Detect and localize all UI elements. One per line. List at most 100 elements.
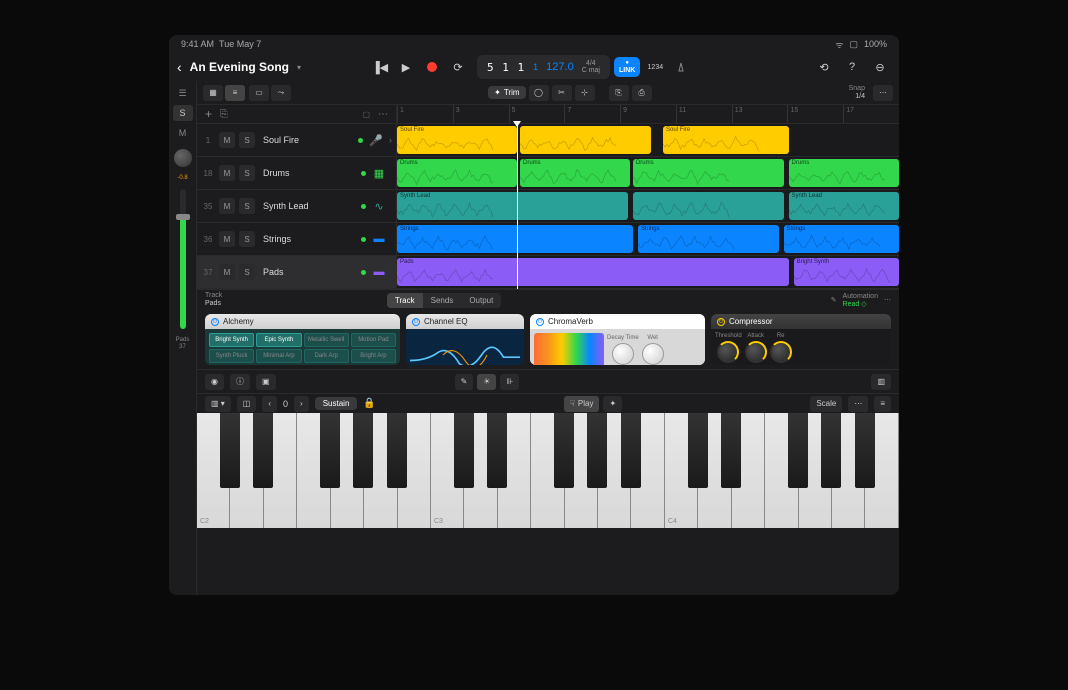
instrument-icon[interactable]: ∿ (370, 197, 388, 215)
plugin-alchemy[interactable]: ⏻Alchemy Bright SynthEpic SynthMetallic … (205, 314, 400, 365)
region[interactable]: Strings (784, 225, 899, 253)
region[interactable]: Drums (520, 159, 630, 187)
region[interactable]: Soul Fire (397, 126, 517, 154)
black-key[interactable] (487, 413, 507, 488)
mute-button[interactable]: M (219, 165, 235, 181)
black-key[interactable] (587, 413, 607, 488)
glissando-button[interactable]: ≡ (874, 396, 891, 412)
region[interactable] (633, 192, 784, 220)
mute-button[interactable]: M (173, 125, 193, 141)
view-grid-button[interactable]: ▦ (203, 85, 223, 101)
black-key[interactable] (788, 413, 808, 488)
wet-knob[interactable]: Wet (642, 335, 664, 365)
black-key[interactable] (320, 413, 340, 488)
tab-track[interactable]: Track (387, 293, 423, 308)
view-list-button[interactable]: ≡ (225, 85, 245, 101)
black-key[interactable] (387, 413, 407, 488)
black-key[interactable] (721, 413, 741, 488)
panel-button[interactable]: ▣ (256, 374, 276, 390)
region[interactable] (520, 126, 651, 154)
cycle-button[interactable]: ⟳ (447, 56, 469, 78)
edit-icon[interactable]: ✎ (831, 296, 837, 304)
preset-button[interactable]: Dark Arp (304, 349, 349, 363)
power-icon[interactable]: ⏻ (412, 318, 420, 326)
controls-button[interactable]: ⊪ (500, 374, 519, 390)
power-icon[interactable]: ⏻ (717, 318, 725, 326)
preset-button[interactable]: Bright Arp (351, 349, 396, 363)
octave-down[interactable]: ‹ (262, 396, 277, 412)
scissors-tool[interactable]: ✂ (552, 85, 572, 101)
loop-tool[interactable]: ◯ (529, 85, 549, 101)
track-header-strings[interactable]: 36 M S Strings ▬ (197, 223, 396, 256)
black-key[interactable] (688, 413, 708, 488)
preset-button[interactable]: Synth Pluck (209, 349, 254, 363)
solo-button[interactable]: S (239, 264, 255, 280)
back-button[interactable]: ‹ (177, 59, 182, 75)
record-enable-icon[interactable] (361, 270, 366, 275)
arpeggiator-button[interactable]: ✦ (603, 396, 622, 412)
solo-button[interactable]: S (239, 198, 255, 214)
record-enable-icon[interactable] (361, 171, 366, 176)
mixer-more-icon[interactable]: ⋯ (884, 296, 891, 304)
edit-mode-button[interactable]: ✎ (455, 374, 474, 390)
region[interactable]: Synth Lead (789, 192, 899, 220)
expand-icon[interactable]: › (389, 135, 392, 145)
keyboard-more-button[interactable]: ⋯ (848, 396, 868, 412)
play-button[interactable]: ▶ (395, 56, 417, 78)
solo-button[interactable]: S (173, 105, 193, 121)
track-header-soul-fire[interactable]: 1 M S Soul Fire 🎤 › (197, 124, 396, 157)
power-icon[interactable]: ⏻ (211, 318, 219, 326)
help-button[interactable]: ? (841, 56, 863, 78)
mute-button[interactable]: M (219, 231, 235, 247)
view-region-button[interactable]: ▭ (249, 85, 269, 101)
automation-mode[interactable]: AutomationRead ◇ (843, 293, 878, 308)
region[interactable]: Drums (633, 159, 784, 187)
instrument-icon[interactable]: ▬ (370, 263, 388, 281)
piano-keyboard[interactable]: C2C3C4 (197, 413, 899, 528)
loop-browser-icon[interactable]: ⎘ (220, 109, 228, 120)
solo-button[interactable]: S (239, 132, 255, 148)
plugin-compressor[interactable]: ⏻Compressor ThresholdAttackRe (711, 314, 891, 365)
tab-sends[interactable]: Sends (423, 293, 462, 308)
add-track-button[interactable]: + (205, 107, 212, 121)
region[interactable]: Soul Fire (663, 126, 789, 154)
solo-button[interactable]: S (239, 165, 255, 181)
mute-button[interactable]: M (219, 264, 235, 280)
black-key[interactable] (554, 413, 574, 488)
tab-output[interactable]: Output (461, 293, 501, 308)
black-key[interactable] (855, 413, 875, 488)
octave-up[interactable]: › (294, 396, 309, 412)
info-button[interactable]: ⓘ (230, 374, 250, 390)
trim-tool[interactable]: ✦Trim (488, 86, 525, 99)
re-knob[interactable]: Re (770, 333, 792, 363)
track-header-drums[interactable]: 18 M S Drums ▦ (197, 157, 396, 190)
mute-button[interactable]: M (219, 132, 235, 148)
more-button[interactable]: ⋯ (873, 85, 893, 101)
keyboard-view-button[interactable]: ▥ ▾ (205, 396, 231, 412)
split-button[interactable]: ◫ (237, 396, 257, 412)
record-enable-icon[interactable] (361, 237, 366, 242)
region[interactable]: Drums (397, 159, 517, 187)
join-tool[interactable]: ⊹ (575, 85, 595, 101)
snap-setting[interactable]: Snap1/4 (849, 85, 869, 100)
ruler[interactable]: 1357911131517 (397, 105, 899, 124)
plugin-channel-eq[interactable]: ⏻Channel EQ (406, 314, 524, 365)
mute-button[interactable]: M (219, 198, 235, 214)
lock-icon[interactable]: 🔒 (363, 398, 375, 409)
solo-button[interactable]: S (239, 231, 255, 247)
rewind-button[interactable]: ▐◀ (369, 56, 391, 78)
instrument-icon[interactable]: ▦ (370, 164, 388, 182)
record-enable-icon[interactable] (358, 138, 363, 143)
pan-knob[interactable] (174, 149, 192, 167)
view-automation-button[interactable]: ⤳ (271, 85, 291, 101)
volume-fader[interactable] (180, 189, 186, 329)
preset-button[interactable]: Epic Synth (256, 333, 301, 347)
black-key[interactable] (220, 413, 240, 488)
region[interactable]: Strings (638, 225, 779, 253)
black-key[interactable] (621, 413, 641, 488)
preset-button[interactable]: Bright Synth (209, 333, 254, 347)
track-header-synth-lead[interactable]: 35 M S Synth Lead ∿ (197, 190, 396, 223)
plugin-chromaverb[interactable]: ⏻ChromaVerb Decay Time Wet (530, 314, 705, 365)
playhead[interactable] (517, 124, 518, 289)
settings-button[interactable]: ⊖ (869, 56, 891, 78)
